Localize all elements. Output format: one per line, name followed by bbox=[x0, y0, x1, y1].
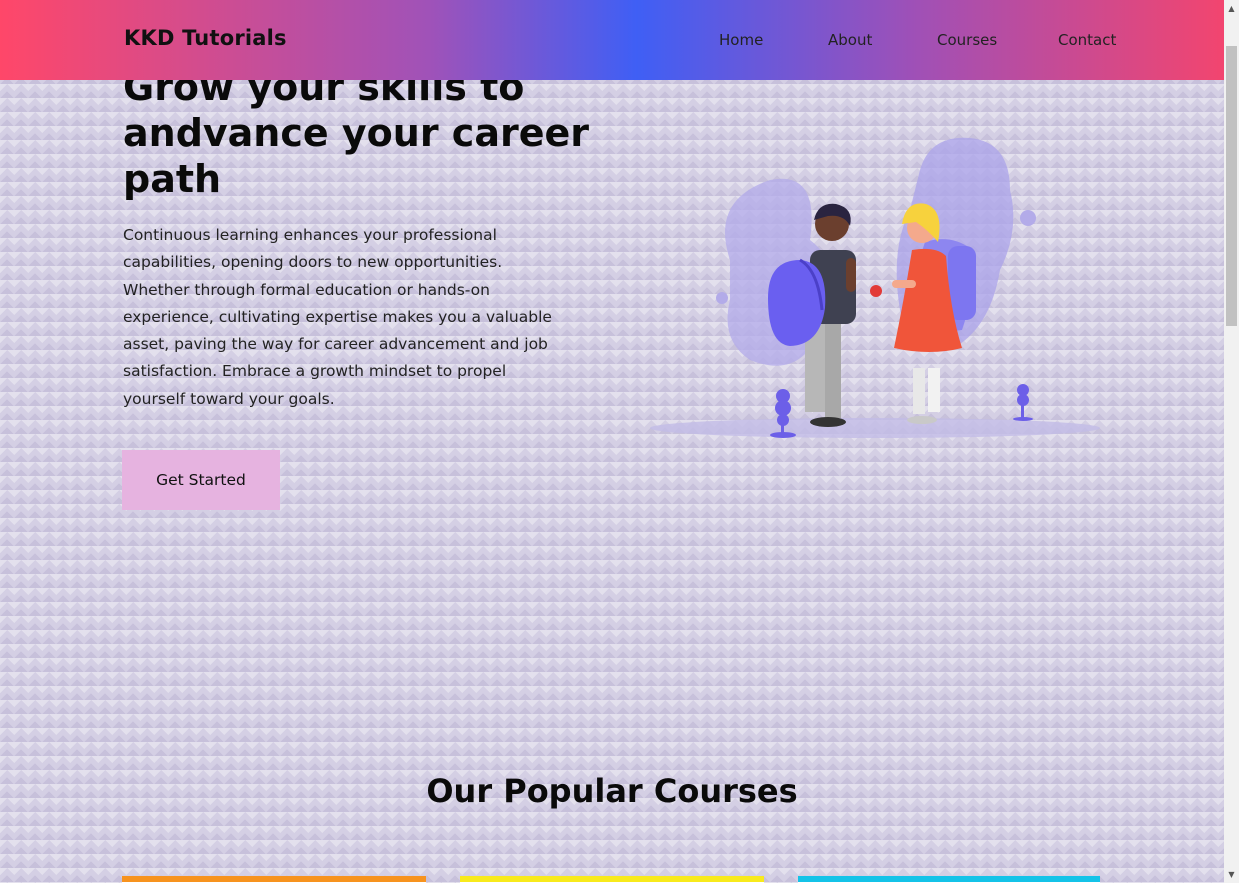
hero-title: Grow your skills to andvance your career… bbox=[123, 65, 589, 201]
hero-description: Continuous learning enhances your profes… bbox=[123, 226, 552, 408]
course-card[interactable] bbox=[798, 876, 1100, 883]
course-card[interactable] bbox=[122, 876, 426, 883]
page: KKD Tutorials Home About Courses Contact… bbox=[0, 0, 1224, 883]
navbar: KKD Tutorials Home About Courses Contact bbox=[0, 0, 1224, 80]
nav-link-about[interactable]: About bbox=[828, 31, 872, 49]
scrollbar-thumb[interactable] bbox=[1226, 46, 1237, 326]
page-scrollbar[interactable]: ▲ ▼ bbox=[1224, 0, 1239, 883]
brand-logo[interactable]: KKD Tutorials bbox=[124, 26, 287, 50]
get-started-button[interactable]: Get Started bbox=[122, 450, 280, 510]
popular-courses-title: Our Popular Courses bbox=[426, 772, 798, 810]
nav-link-home[interactable]: Home bbox=[719, 31, 763, 49]
students-illustration bbox=[650, 137, 1100, 438]
triangle-up-icon[interactable]: ▲ bbox=[1224, 0, 1239, 17]
course-card[interactable] bbox=[460, 876, 764, 883]
triangle-down-icon[interactable]: ▼ bbox=[1224, 866, 1239, 883]
nav-link-courses[interactable]: Courses bbox=[937, 31, 997, 49]
nav-link-contact[interactable]: Contact bbox=[1058, 31, 1116, 49]
